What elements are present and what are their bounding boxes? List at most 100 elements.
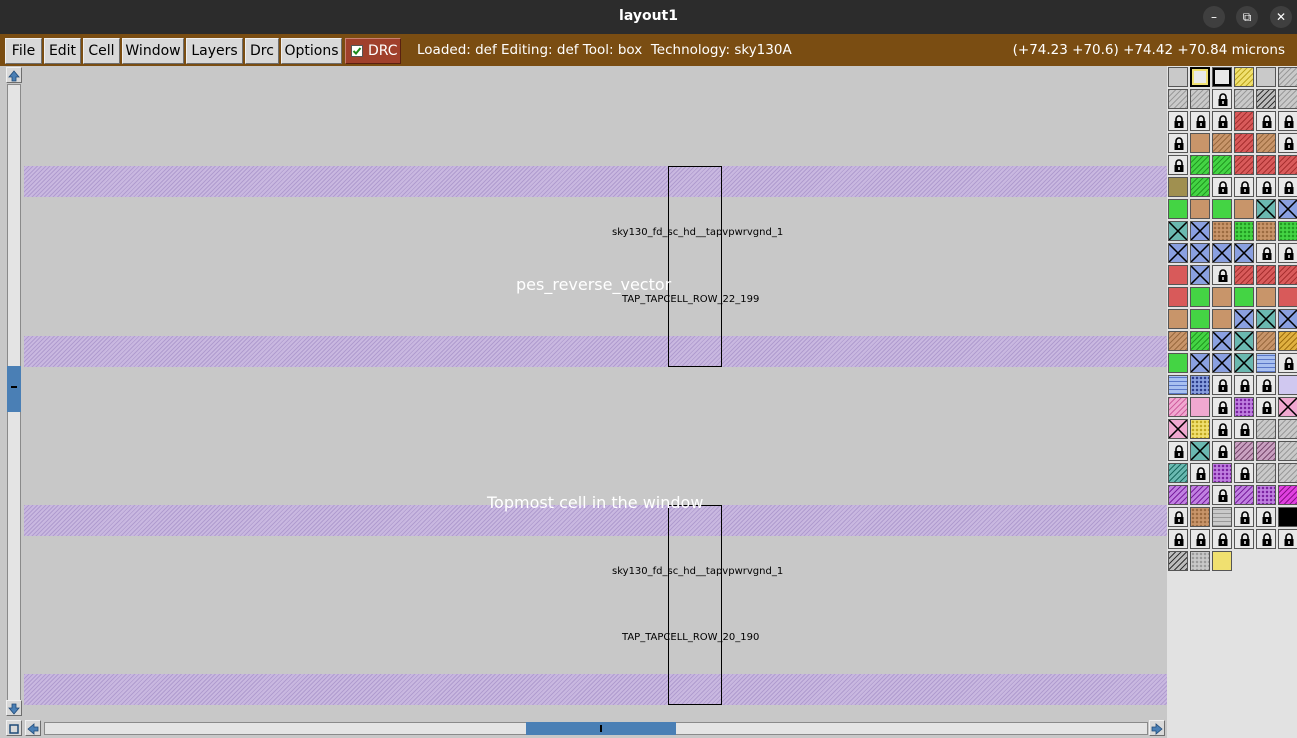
menu-drc[interactable]: Drc [245, 38, 279, 64]
layer-swatch-lock[interactable] [1278, 133, 1297, 153]
layer-swatch-lock[interactable] [1168, 155, 1188, 175]
layer-swatch-green-dots[interactable] [1234, 221, 1254, 241]
layer-swatch-gray-hatch[interactable] [1278, 89, 1297, 109]
layer-swatch-red-hatch[interactable] [1234, 155, 1254, 175]
layer-swatch-lock[interactable] [1168, 507, 1188, 527]
layer-swatch-gray-dots[interactable] [1190, 551, 1210, 571]
layer-swatch-blue-cross[interactable] [1190, 221, 1210, 241]
layer-swatch-tan-dots[interactable] [1212, 221, 1232, 241]
layer-swatch-pink-solid[interactable] [1190, 397, 1210, 417]
layer-swatch-gray-hatch[interactable] [1278, 463, 1297, 483]
vertical-scrollbar[interactable] [4, 66, 24, 718]
layer-swatch-blue-cross[interactable] [1278, 309, 1297, 329]
layer-swatch-tan-hatch[interactable] [1256, 331, 1276, 351]
layer-swatch-lock[interactable] [1212, 89, 1232, 109]
layer-swatch-red-hatch[interactable] [1256, 155, 1276, 175]
layer-swatch-teal-cross[interactable] [1256, 309, 1276, 329]
layer-swatch-green-solid[interactable] [1190, 309, 1210, 329]
drc-checkbox[interactable] [351, 45, 363, 57]
layer-swatch-teal-hatch[interactable] [1168, 463, 1188, 483]
layer-swatch-lavender-solid[interactable] [1278, 375, 1297, 395]
layer-swatch-lock[interactable] [1256, 507, 1276, 527]
layer-swatch-dark-hatch[interactable] [1168, 551, 1188, 571]
layer-swatch-tan-hatch[interactable] [1256, 133, 1276, 153]
layer-swatch-lock[interactable] [1256, 529, 1276, 549]
layer-swatch-lock[interactable] [1212, 177, 1232, 197]
layer-swatch-gray-solid[interactable] [1256, 67, 1276, 87]
layer-swatch-black-outline[interactable] [1212, 67, 1232, 87]
layer-swatch-lock[interactable] [1234, 529, 1254, 549]
layer-swatch-lock[interactable] [1168, 441, 1188, 461]
layer-swatch-pink-cross[interactable] [1278, 397, 1297, 417]
layer-swatch-blue-dots[interactable] [1190, 375, 1210, 395]
layer-swatch-lock[interactable] [1212, 111, 1232, 131]
layer-swatch-blue-cross[interactable] [1212, 331, 1232, 351]
layer-swatch-yellow-outline[interactable] [1190, 67, 1210, 87]
layer-swatch-dark-hatch[interactable] [1256, 89, 1276, 109]
layer-swatch-gold-hatch[interactable] [1278, 331, 1297, 351]
layer-swatch-lock[interactable] [1212, 397, 1232, 417]
layer-swatch-red-solid[interactable] [1168, 265, 1188, 285]
layer-swatch-red-hatch[interactable] [1234, 111, 1254, 131]
layer-swatch-green-hatch[interactable] [1190, 177, 1210, 197]
layer-swatch-tan-solid[interactable] [1212, 287, 1232, 307]
layer-swatch-lock[interactable] [1234, 419, 1254, 439]
layer-swatch-tan-solid[interactable] [1212, 309, 1232, 329]
layer-swatch-green-solid[interactable] [1168, 199, 1188, 219]
layer-swatch-tan-hatch[interactable] [1212, 133, 1232, 153]
layer-swatch-lock[interactable] [1168, 529, 1188, 549]
layer-swatch-lock[interactable] [1234, 177, 1254, 197]
layer-swatch-blue-cross[interactable] [1234, 243, 1254, 263]
close-button[interactable]: ✕ [1270, 6, 1292, 28]
layer-swatch-purple-dots[interactable] [1212, 463, 1232, 483]
menu-window[interactable]: Window [122, 38, 184, 64]
layer-swatch-blue-cross[interactable] [1212, 353, 1232, 373]
layer-swatch-purple-dots[interactable] [1234, 397, 1254, 417]
layer-swatch-blue-cross[interactable] [1190, 265, 1210, 285]
layer-swatch-gray-hatch[interactable] [1278, 441, 1297, 461]
layer-swatch-gray-hatch[interactable] [1278, 67, 1297, 87]
layer-swatch-lock[interactable] [1278, 243, 1297, 263]
layer-swatch-lock[interactable] [1212, 419, 1232, 439]
layer-swatch-lock[interactable] [1168, 133, 1188, 153]
layer-swatch-yellow-solid[interactable] [1212, 551, 1232, 571]
layer-swatch-lock[interactable] [1212, 265, 1232, 285]
layer-swatch-yellow-dots[interactable] [1190, 419, 1210, 439]
horizontal-scroll-thumb[interactable] [526, 722, 676, 735]
layer-swatch-green-hatch[interactable] [1190, 331, 1210, 351]
layer-swatch-green-solid[interactable] [1234, 287, 1254, 307]
layer-swatch-teal-cross[interactable] [1234, 331, 1254, 351]
layer-swatch-mauve-hatch[interactable] [1234, 441, 1254, 461]
layer-swatch-green-dots[interactable] [1278, 221, 1297, 241]
layer-swatch-red-hatch[interactable] [1278, 265, 1297, 285]
layer-swatch-green-solid[interactable] [1168, 353, 1188, 373]
layer-swatch-tan-solid[interactable] [1190, 133, 1210, 153]
layer-swatch-lock[interactable] [1256, 111, 1276, 131]
layer-swatch-blue-cross[interactable] [1278, 199, 1297, 219]
layer-swatch-purple-hatch[interactable] [1190, 485, 1210, 505]
layer-swatch-lock[interactable] [1278, 177, 1297, 197]
menu-file[interactable]: File [5, 38, 42, 64]
layer-swatch-gray-hatch[interactable] [1256, 419, 1276, 439]
cell-instance-box[interactable] [668, 505, 722, 705]
layer-swatch-red-solid[interactable] [1168, 287, 1188, 307]
layer-swatch-lock[interactable] [1234, 507, 1254, 527]
layer-swatch-red-solid[interactable] [1278, 287, 1297, 307]
layer-swatch-blue-cross[interactable] [1190, 243, 1210, 263]
zoom-box-button[interactable] [6, 720, 22, 736]
layer-swatch-lock[interactable] [1256, 397, 1276, 417]
layer-swatch-lock[interactable] [1278, 529, 1297, 549]
layer-swatch-green-solid[interactable] [1212, 199, 1232, 219]
layer-swatch-gray-hatch[interactable] [1256, 463, 1276, 483]
layer-swatch-purple-hatch[interactable] [1234, 485, 1254, 505]
layer-swatch-tan-solid[interactable] [1168, 309, 1188, 329]
drc-toggle[interactable]: DRC [345, 38, 401, 64]
layer-swatch-blue-cross[interactable] [1190, 353, 1210, 373]
layer-swatch-tan-solid[interactable] [1256, 287, 1276, 307]
layer-swatch-tan-hatch[interactable] [1168, 331, 1188, 351]
menu-layers[interactable]: Layers [186, 38, 243, 64]
layer-swatch-lock[interactable] [1168, 111, 1188, 131]
layer-swatch-yellow-hatch[interactable] [1234, 67, 1254, 87]
layer-swatch-lightblue-wave[interactable] [1256, 353, 1276, 373]
horizontal-scrollbar[interactable] [0, 718, 1167, 738]
